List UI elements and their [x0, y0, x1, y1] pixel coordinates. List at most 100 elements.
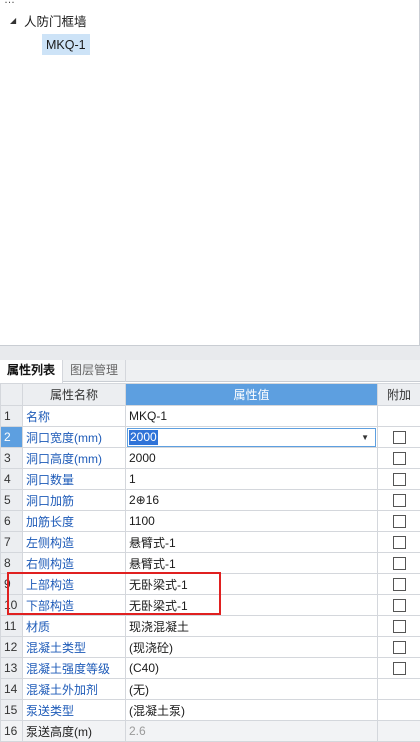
attach-cell [377, 510, 420, 532]
header-attach[interactable]: 附加 [377, 383, 420, 406]
property-name: 混凝土类型 [22, 636, 126, 658]
attach-checkbox[interactable] [392, 599, 406, 613]
attach-checkbox[interactable] [392, 431, 406, 445]
property-value[interactable]: (C40) [125, 657, 378, 679]
property-row[interactable]: 8 右侧构造 悬臂式-1 [0, 552, 420, 574]
attach-checkbox[interactable] [392, 452, 406, 466]
attach-cell [377, 699, 420, 721]
attach-cell [377, 552, 420, 574]
chevron-down-icon[interactable]: ▼ [361, 433, 369, 442]
property-value[interactable]: 1 [125, 468, 378, 490]
row-number: 9 [0, 573, 23, 595]
attach-checkbox[interactable] [392, 641, 406, 655]
property-value[interactable]: 1100 [125, 510, 378, 532]
attach-cell [377, 720, 420, 742]
property-row[interactable]: 1 名称 MKQ-1 [0, 405, 420, 427]
property-value[interactable]: 悬臂式-1 [125, 552, 378, 574]
attach-checkbox[interactable] [392, 515, 406, 529]
value-edit-text[interactable]: 2000 [129, 429, 158, 445]
row-number: 16 [0, 720, 23, 742]
property-value[interactable]: MKQ-1 [125, 405, 378, 427]
attach-cell [377, 615, 420, 637]
property-value[interactable]: 无卧梁式-1 [125, 594, 378, 616]
property-name: 左侧构造 [22, 531, 126, 553]
property-value[interactable]: 2000 [125, 447, 378, 469]
tree-child-label: MKQ-1 [46, 37, 86, 52]
property-name: 材质 [22, 615, 126, 637]
attach-cell [377, 405, 420, 427]
property-row[interactable]: 10 下部构造 无卧梁式-1 [0, 594, 420, 616]
row-number: 12 [0, 636, 23, 658]
attach-checkbox[interactable] [392, 494, 406, 508]
property-row[interactable]: 2 洞口宽度(mm) 2000 ▼ [0, 426, 420, 448]
property-row[interactable]: 7 左侧构造 悬臂式-1 [0, 531, 420, 553]
property-row[interactable]: 9 上部构造 无卧梁式-1 [0, 573, 420, 595]
value-edit-combobox[interactable]: 2000 ▼ [127, 427, 376, 447]
panel-splitter[interactable] [0, 346, 420, 360]
property-value[interactable]: 现浇混凝土 [125, 615, 378, 637]
header-property-value[interactable]: 属性值 [125, 383, 378, 406]
tree-root-label: 人防门框墙 [24, 14, 87, 29]
row-number: 1 [0, 405, 23, 427]
property-row[interactable]: 6 加筋长度 1100 [0, 510, 420, 532]
panel-header-fragment: … [0, 0, 70, 4]
property-row[interactable]: 11 材质 现浇混凝土 [0, 615, 420, 637]
property-name: 泵送高度(m) [22, 720, 126, 742]
property-tabs: 属性列表 图层管理 [0, 360, 420, 383]
property-name: 洞口高度(mm) [22, 447, 126, 469]
attach-checkbox[interactable] [392, 620, 406, 634]
tree-node-mkq1[interactable]: MKQ-1 [42, 34, 90, 55]
row-number: 3 [0, 447, 23, 469]
component-tree-panel: … ◢ 人防门框墙 MKQ-1 [0, 0, 420, 346]
property-value[interactable]: 无卧梁式-1 [125, 573, 378, 595]
property-row[interactable]: 16 泵送高度(m) 2.6 [0, 720, 420, 742]
property-name: 下部构造 [22, 594, 126, 616]
property-row[interactable]: 13 混凝土强度等级 (C40) [0, 657, 420, 679]
row-number: 7 [0, 531, 23, 553]
property-row[interactable]: 15 泵送类型 (混凝土泵) [0, 699, 420, 721]
property-value[interactable]: 2.6 [125, 720, 378, 742]
attach-checkbox[interactable] [392, 557, 406, 571]
header-property-name[interactable]: 属性名称 [22, 383, 126, 406]
property-value[interactable]: 悬臂式-1 [125, 531, 378, 553]
attach-checkbox[interactable] [392, 578, 406, 592]
grid-header-row: 属性名称 属性值 附加 [0, 383, 420, 406]
property-row[interactable]: 5 洞口加筋 2⊕16 [0, 489, 420, 511]
property-name: 泵送类型 [22, 699, 126, 721]
property-value[interactable]: (混凝土泵) [125, 699, 378, 721]
collapse-arrow-icon[interactable]: ◢ [10, 16, 24, 25]
attach-cell [377, 468, 420, 490]
attach-checkbox[interactable] [392, 473, 406, 487]
attach-checkbox[interactable] [392, 536, 406, 550]
row-number: 6 [0, 510, 23, 532]
row-number: 4 [0, 468, 23, 490]
property-row[interactable]: 14 混凝土外加剂 (无) [0, 678, 420, 700]
property-name: 混凝土外加剂 [22, 678, 126, 700]
row-number: 10 [0, 594, 23, 616]
row-number: 15 [0, 699, 23, 721]
attach-cell [377, 447, 420, 469]
property-name: 右侧构造 [22, 552, 126, 574]
property-value[interactable]: 2000 ▼ [125, 426, 378, 448]
property-name: 混凝土强度等级 [22, 657, 126, 679]
property-value[interactable]: 2⊕16 [125, 489, 378, 511]
tab-property-list[interactable]: 属性列表 [0, 360, 64, 383]
attach-cell [377, 573, 420, 595]
tab-layer-management[interactable]: 图层管理 [63, 360, 127, 382]
property-row[interactable]: 3 洞口高度(mm) 2000 [0, 447, 420, 469]
property-name: 名称 [22, 405, 126, 427]
row-number: 5 [0, 489, 23, 511]
attach-cell [377, 426, 420, 448]
tree-node-root[interactable]: ◢ 人防门框墙 [10, 10, 87, 30]
property-value[interactable]: (现浇砼) [125, 636, 378, 658]
row-number: 13 [0, 657, 23, 679]
property-value[interactable]: (无) [125, 678, 378, 700]
property-row[interactable]: 12 混凝土类型 (现浇砼) [0, 636, 420, 658]
attach-checkbox[interactable] [392, 662, 406, 676]
property-name: 洞口加筋 [22, 489, 126, 511]
property-row[interactable]: 4 洞口数量 1 [0, 468, 420, 490]
attach-cell [377, 678, 420, 700]
header-num [0, 383, 23, 406]
property-name: 洞口数量 [22, 468, 126, 490]
row-number: 8 [0, 552, 23, 574]
